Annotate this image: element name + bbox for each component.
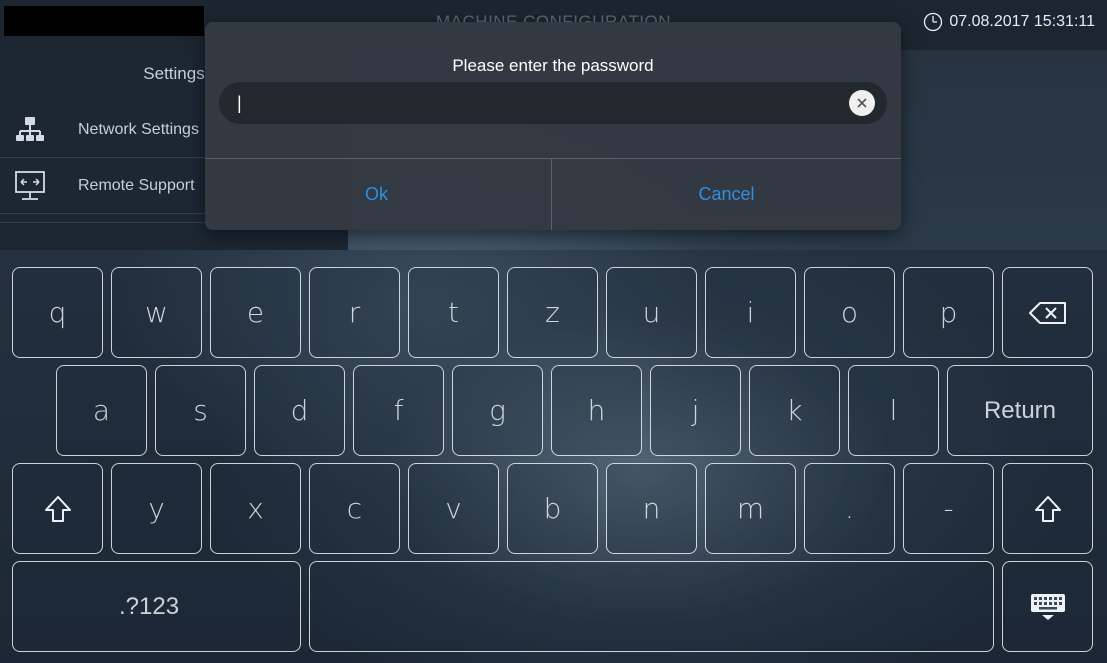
- cancel-button[interactable]: Cancel: [552, 159, 901, 230]
- key-k[interactable]: k: [749, 365, 840, 456]
- key-hyphen[interactable]: -: [903, 463, 994, 554]
- numbers-symbols-key[interactable]: .?123: [12, 561, 301, 652]
- key-l[interactable]: l: [848, 365, 939, 456]
- key-e[interactable]: e: [210, 267, 301, 358]
- key-z[interactable]: z: [507, 267, 598, 358]
- clock: 07.08.2017 15:31:11: [923, 12, 1095, 32]
- backspace-icon: [1028, 301, 1066, 324]
- password-dialog: Please enter the password Ok Cancel: [205, 22, 901, 230]
- key-m[interactable]: m: [705, 463, 796, 554]
- key-n[interactable]: n: [606, 463, 697, 554]
- key-h[interactable]: h: [551, 365, 642, 456]
- key-i[interactable]: i: [705, 267, 796, 358]
- sidebar-item-label: Network Settings: [78, 120, 199, 138]
- close-icon: [857, 98, 867, 108]
- key-g[interactable]: g: [452, 365, 543, 456]
- clock-icon: [924, 12, 943, 32]
- hide-keyboard-key[interactable]: [1002, 561, 1093, 652]
- password-field-wrapper: [219, 82, 887, 124]
- shift-icon: [44, 495, 71, 522]
- shift-right-key[interactable]: [1002, 463, 1093, 554]
- spacebar-key[interactable]: [309, 561, 994, 652]
- key-x[interactable]: x: [210, 463, 301, 554]
- key-y[interactable]: y: [111, 463, 202, 554]
- key-j[interactable]: j: [650, 365, 741, 456]
- key-a[interactable]: a: [56, 365, 147, 456]
- shift-left-key[interactable]: [12, 463, 103, 554]
- key-f[interactable]: f: [353, 365, 444, 456]
- key-d[interactable]: d: [254, 365, 345, 456]
- hide-keyboard-icon: [1030, 593, 1065, 620]
- backspace-key[interactable]: [1002, 267, 1093, 358]
- key-r[interactable]: r: [309, 267, 400, 358]
- dialog-title: Please enter the password: [452, 56, 654, 75]
- key-c[interactable]: c: [309, 463, 400, 554]
- key-b[interactable]: b: [507, 463, 598, 554]
- on-screen-keyboard: q w e r t z u i o p a s d f g h j k l Re…: [0, 250, 1107, 663]
- key-period[interactable]: .: [804, 463, 895, 554]
- password-input[interactable]: [237, 88, 837, 118]
- return-key[interactable]: Return: [947, 365, 1093, 456]
- network-icon: [10, 112, 50, 148]
- clear-input-button[interactable]: [849, 90, 875, 116]
- datetime-text: 07.08.2017 15:31:11: [949, 13, 1095, 30]
- key-s[interactable]: s: [155, 365, 246, 456]
- key-w[interactable]: w: [111, 267, 202, 358]
- sidebar-item-label: Remote Support: [78, 176, 195, 194]
- ok-button[interactable]: Ok: [205, 159, 551, 230]
- key-u[interactable]: u: [606, 267, 697, 358]
- shift-icon: [1034, 495, 1061, 522]
- key-v[interactable]: v: [408, 463, 499, 554]
- key-p[interactable]: p: [903, 267, 994, 358]
- key-t[interactable]: t: [408, 267, 499, 358]
- remote-support-icon: [10, 168, 50, 204]
- key-o[interactable]: o: [804, 267, 895, 358]
- key-q[interactable]: q: [12, 267, 103, 358]
